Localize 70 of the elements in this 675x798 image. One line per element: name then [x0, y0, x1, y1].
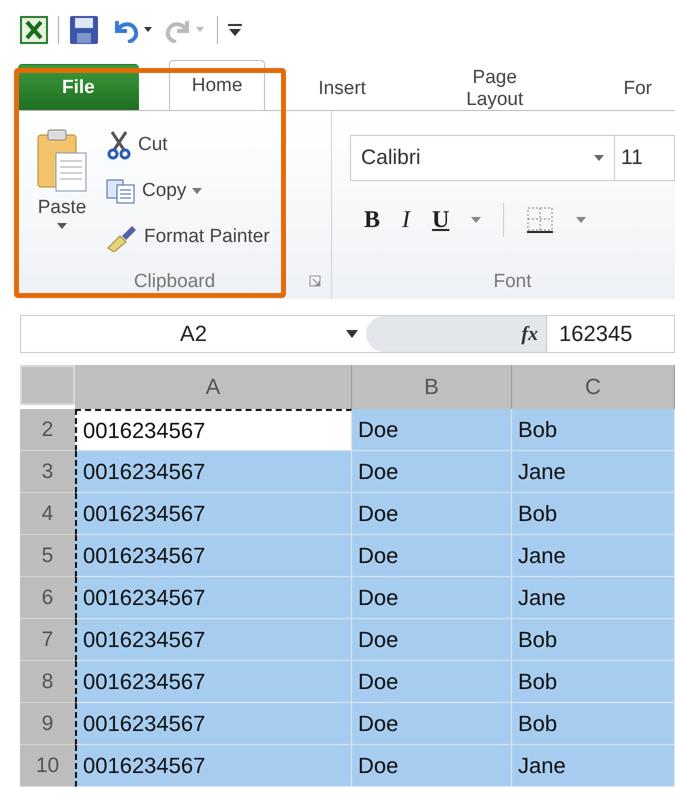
- dropdown-icon[interactable]: [471, 217, 482, 223]
- row-header[interactable]: 6: [20, 577, 75, 619]
- column-header[interactable]: C: [512, 365, 675, 409]
- clipboard-icon: [36, 127, 88, 193]
- formula-field[interactable]: 162345: [546, 316, 632, 352]
- dialog-launcher-icon[interactable]: [309, 275, 321, 287]
- table-cell: Jane: [512, 451, 675, 493]
- save-icon[interactable]: [69, 15, 99, 45]
- group-label: Clipboard: [134, 271, 216, 293]
- customize-icon[interactable]: [228, 23, 242, 37]
- scissors-icon: [106, 130, 132, 160]
- function-label[interactable]: fx: [521, 322, 538, 346]
- table-cell: Doe: [352, 493, 512, 535]
- row-header[interactable]: 2: [20, 409, 75, 451]
- dropdown-icon[interactable]: [576, 217, 586, 223]
- table-cell: 0016234567: [75, 577, 352, 619]
- ribbon-tab[interactable]: Home: [168, 60, 266, 110]
- table-cell: Doe: [352, 619, 512, 661]
- table-cell: Bob: [512, 619, 675, 661]
- caret-icon: [57, 223, 67, 229]
- ribbon-tab[interactable]: For: [600, 66, 675, 110]
- table-cell: 0016234567: [75, 451, 352, 493]
- table-cell: Doe: [352, 409, 512, 451]
- table-cell: 0016234567: [75, 661, 352, 703]
- excel-icon[interactable]: [20, 16, 48, 44]
- name-box[interactable]: A2: [21, 316, 366, 352]
- table-cell: 0016234567: [75, 703, 352, 745]
- row-header[interactable]: 10: [20, 745, 75, 787]
- column-header[interactable]: A: [75, 365, 352, 409]
- row-header[interactable]: 5: [20, 535, 75, 577]
- table-cell: Doe: [352, 451, 512, 493]
- copy-icon: [106, 178, 136, 204]
- table-cell: Jane: [512, 535, 675, 577]
- table-cell: 0016234567: [75, 493, 352, 535]
- table-cell: Doe: [352, 745, 512, 787]
- table-cell: Doe: [352, 535, 512, 577]
- ribbon-tab[interactable]: Page Layout: [418, 66, 570, 110]
- row-header[interactable]: 8: [20, 661, 75, 703]
- table-cell: Doe: [352, 703, 512, 745]
- table-cell: Jane: [512, 745, 675, 787]
- table-cell: 0016234567: [75, 535, 352, 577]
- table-cell: Doe: [352, 577, 512, 619]
- bold-button[interactable]: B: [364, 206, 380, 234]
- table-cell: 0016234567: [75, 745, 352, 787]
- font-name-field[interactable]: Calibri: [350, 135, 615, 181]
- row-header[interactable]: 3: [20, 451, 75, 493]
- paste-button[interactable]: Paste: [18, 111, 106, 265]
- table-cell: Bob: [512, 493, 675, 535]
- table-cell: 0016234567: [75, 619, 352, 661]
- table-cell: Bob: [512, 409, 675, 451]
- table-cell: Jane: [512, 577, 675, 619]
- group-label: Font: [493, 271, 532, 293]
- italic-button[interactable]: I: [402, 206, 410, 234]
- column-header[interactable]: B: [352, 365, 512, 409]
- caret-icon: [192, 188, 202, 194]
- row-header[interactable]: 7: [20, 619, 75, 661]
- caret-icon: [594, 155, 604, 161]
- table-cell: 0016234567: [75, 409, 352, 451]
- table-cell: Bob: [512, 703, 675, 745]
- table-cell: Doe: [352, 661, 512, 703]
- row-header[interactable]: 4: [20, 493, 75, 535]
- font-size-field[interactable]: 11: [615, 135, 675, 181]
- borders-icon[interactable]: [526, 206, 554, 234]
- underline-button[interactable]: U: [432, 206, 450, 234]
- cut-button[interactable]: Cut: [106, 125, 270, 165]
- row-header[interactable]: 9: [20, 703, 75, 745]
- table-cell: Bob: [512, 661, 675, 703]
- copy-button[interactable]: Copy: [106, 171, 270, 211]
- ribbon-tab[interactable]: Insert: [295, 66, 389, 110]
- format-painter-button[interactable]: Format Painter: [106, 217, 270, 257]
